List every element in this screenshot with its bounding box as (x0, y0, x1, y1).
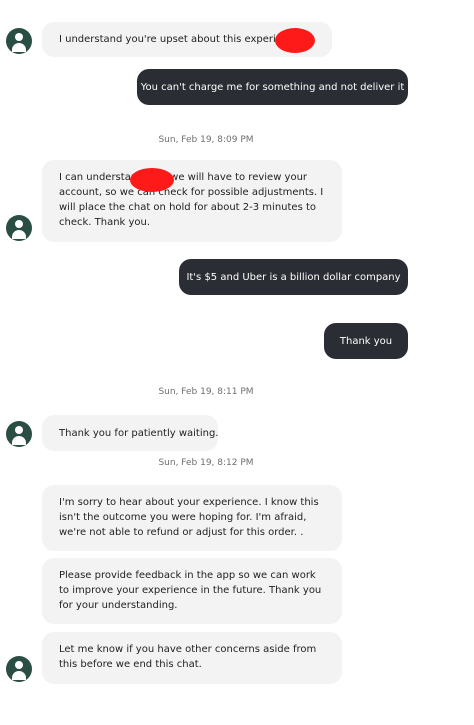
message-timestamp: Sun, Feb 19, 8:09 PM (158, 135, 254, 145)
message-text: I'm sorry to hear about your experience.… (59, 497, 319, 538)
agent-message-bubble: I can understand that we will have to re… (42, 160, 342, 242)
support-agent-avatar-icon (6, 656, 32, 682)
message-text: You can't charge me for something and no… (140, 81, 405, 93)
avatar-shoulders-shape (12, 436, 26, 445)
message-timestamp: Sun, Feb 19, 8:11 PM (158, 387, 254, 397)
support-agent-avatar-icon (6, 28, 32, 54)
support-agent-avatar-icon (6, 215, 32, 241)
agent-message-bubble: Let me know if you have other concerns a… (42, 632, 342, 684)
user-message-bubble: It's $5 and Uber is a billion dollar com… (179, 259, 408, 295)
redaction-mark (275, 28, 315, 53)
message-text: I can understand that we will have to re… (59, 172, 324, 228)
avatar-head-shape (15, 220, 23, 228)
user-message-bubble: Thank you (324, 323, 408, 359)
user-message-bubble: You can't charge me for something and no… (137, 69, 408, 105)
message-timestamp: Sun, Feb 19, 8:12 PM (158, 458, 254, 468)
avatar-head-shape (15, 33, 23, 41)
agent-message-bubble: Thank you for patiently waiting. (42, 415, 218, 451)
agent-message-bubble: I'm sorry to hear about your experience.… (42, 485, 342, 551)
message-text: Let me know if you have other concerns a… (59, 644, 317, 670)
avatar-head-shape (15, 426, 23, 434)
support-agent-avatar-icon (6, 421, 32, 447)
message-text: It's $5 and Uber is a billion dollar com… (186, 271, 401, 283)
redaction-mark (130, 168, 174, 192)
message-text: Thank you (339, 335, 393, 347)
avatar-shoulders-shape (12, 671, 26, 680)
message-text: Thank you for patiently waiting. (59, 427, 219, 439)
message-text: I understand you're upset about this exp… (59, 34, 304, 45)
avatar-shoulders-shape (12, 43, 26, 52)
message-text: Please provide feedback in the app so we… (59, 570, 322, 611)
agent-message-bubble: Please provide feedback in the app so we… (42, 558, 342, 624)
avatar-head-shape (15, 661, 23, 669)
avatar-shoulders-shape (12, 230, 26, 239)
